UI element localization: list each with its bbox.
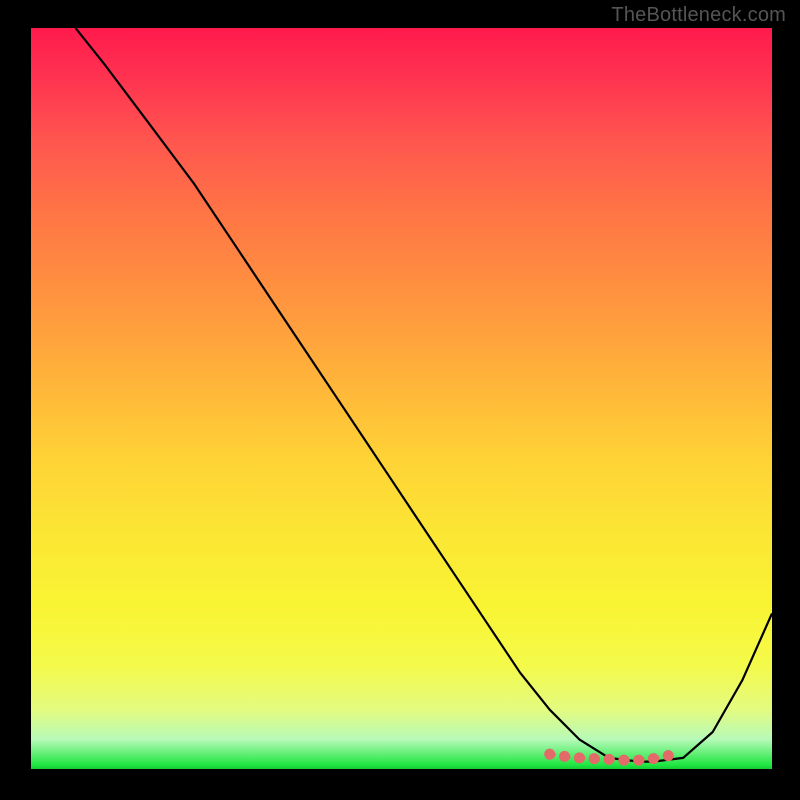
optimal-range-dot xyxy=(663,750,674,761)
series-group xyxy=(76,28,773,766)
chart-svg xyxy=(31,28,772,769)
plot-area xyxy=(31,28,772,769)
bottleneck-curve-path xyxy=(76,28,773,762)
watermark-text: TheBottleneck.com xyxy=(611,4,786,27)
chart-frame: TheBottleneck.com xyxy=(0,0,800,800)
